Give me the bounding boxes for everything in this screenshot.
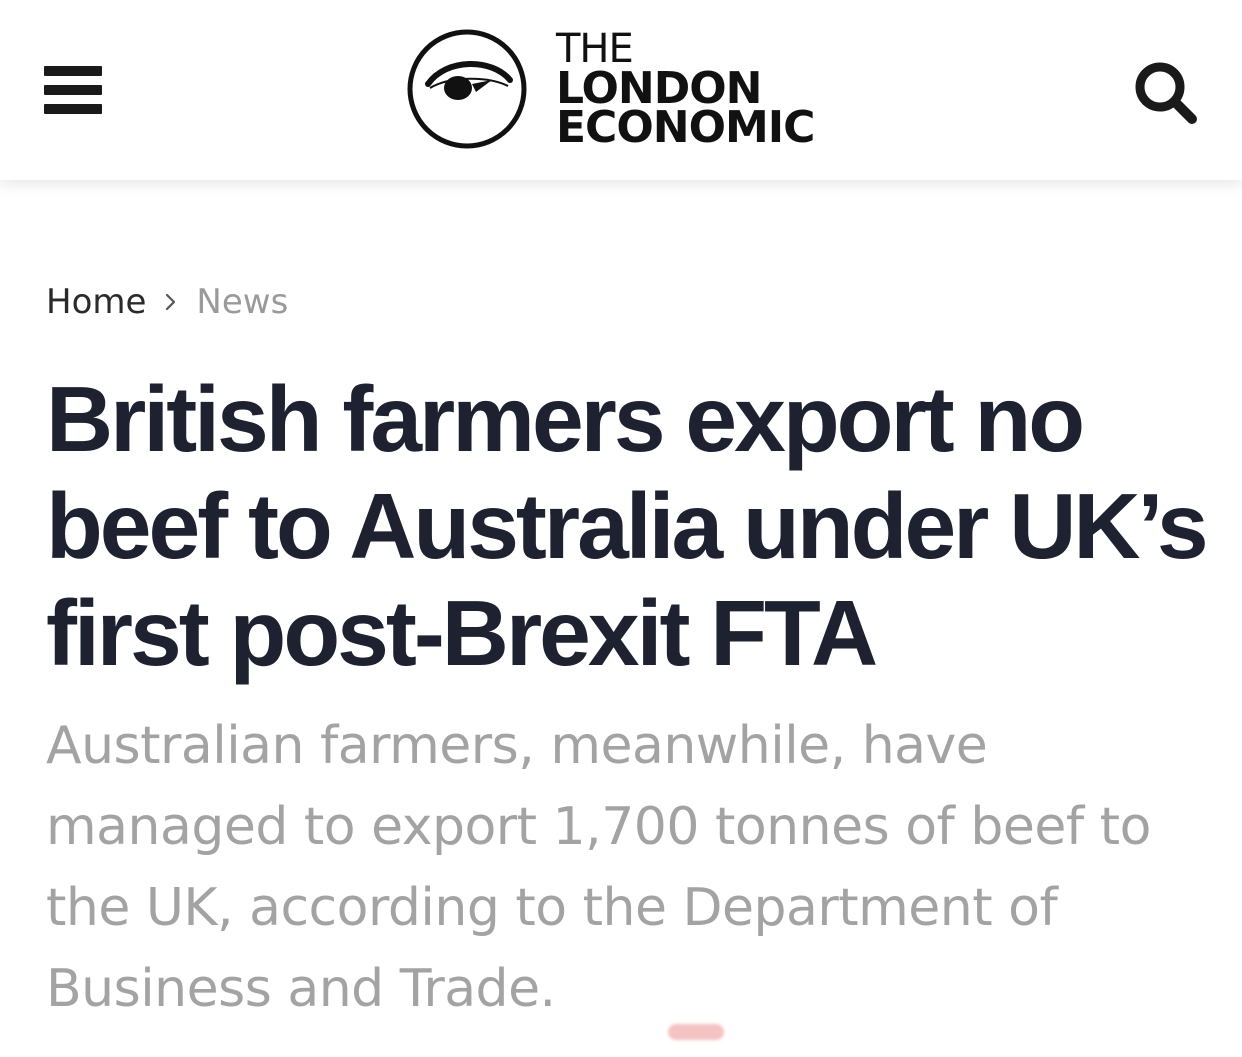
breadcrumb-home-link[interactable]: Home (46, 282, 146, 322)
article-subtitle: Australian farmers, meanwhile, have mana… (46, 716, 1151, 1019)
eye-icon (407, 29, 527, 149)
menu-bar (44, 66, 102, 76)
menu-bar (44, 104, 102, 114)
site-logo[interactable]: THE LONDON ECONOMIC (406, 28, 836, 152)
logo-line-economic: ECONOMIC (556, 102, 815, 153)
breadcrumb: Home News (46, 280, 288, 335)
site-header: THE LONDON ECONOMIC (0, 0, 1242, 180)
search-icon[interactable] (1132, 58, 1198, 124)
chevron-right-icon (146, 280, 196, 335)
hamburger-menu-icon[interactable] (44, 66, 102, 114)
menu-bar (44, 85, 102, 95)
logo-wordmark: THE LONDON ECONOMIC (556, 29, 815, 153)
scroll-indicator (668, 1024, 724, 1040)
article-headline: British farmers export no beef to Austra… (46, 367, 1209, 685)
breadcrumb-news-link[interactable]: News (196, 282, 288, 322)
